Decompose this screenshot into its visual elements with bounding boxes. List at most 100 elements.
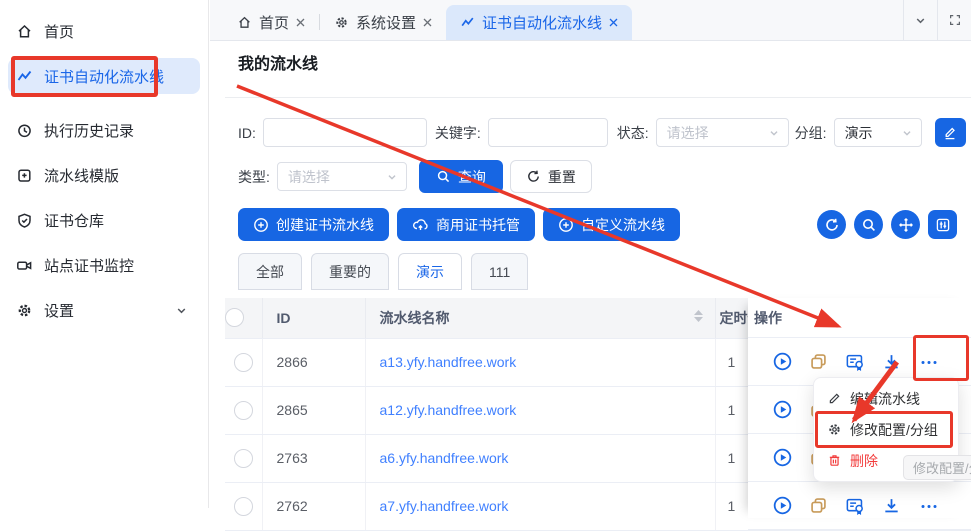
sidebar-item-cert-repo[interactable]: 证书仓库 xyxy=(8,202,200,238)
query-button[interactable]: 查询 xyxy=(419,160,503,193)
history-icon xyxy=(16,122,33,139)
cloud-upload-icon xyxy=(412,217,429,233)
play-icon[interactable] xyxy=(773,448,792,467)
pipeline-name-link[interactable]: a12.yfy.handfree.work xyxy=(366,402,517,418)
row-cron: 1 xyxy=(716,498,736,514)
refresh-table-button[interactable] xyxy=(817,210,846,239)
move-button[interactable] xyxy=(891,210,920,239)
circle-plus-icon xyxy=(558,217,574,233)
sidebar-item-label: 证书仓库 xyxy=(44,210,104,231)
row-id: 2866 xyxy=(263,354,308,370)
more-actions-button[interactable] xyxy=(918,352,940,371)
pipeline-name-link[interactable]: a7.yfy.handfree.work xyxy=(366,498,509,514)
reset-button[interactable]: 重置 xyxy=(510,160,592,193)
pipeline-name-link[interactable]: a13.yfy.handfree.work xyxy=(366,354,517,370)
sidebar-item-settings[interactable]: 设置 xyxy=(8,292,200,328)
fullscreen-button[interactable] xyxy=(937,0,971,40)
select-all-checkbox[interactable] xyxy=(225,308,244,327)
group-select-value: 演示 xyxy=(845,123,873,143)
copy-icon[interactable] xyxy=(809,496,828,515)
copy-icon[interactable] xyxy=(809,352,828,371)
row-checkbox[interactable] xyxy=(234,401,253,420)
menu-item-label: 编辑流水线 xyxy=(850,389,920,409)
column-settings-button[interactable] xyxy=(928,210,957,239)
commercial-cert-button[interactable]: 商用证书托管 xyxy=(397,208,535,241)
sidebar-item-templates[interactable]: 流水线模版 xyxy=(8,157,200,193)
gear-icon xyxy=(827,422,842,437)
download-icon[interactable] xyxy=(882,496,901,515)
sidebar-item-label: 流水线模版 xyxy=(44,165,119,186)
group-select[interactable]: 演示 xyxy=(834,118,922,147)
sort-icon[interactable] xyxy=(694,310,703,322)
divider xyxy=(225,97,971,98)
group-tab-important[interactable]: 重要的 xyxy=(311,253,389,290)
select-placeholder: 请选择 xyxy=(288,167,330,187)
column-header-operations: 操作 xyxy=(748,298,971,338)
search-table-button[interactable] xyxy=(854,210,883,239)
sidebar-item-cert-pipeline[interactable]: 证书自动化流水线 xyxy=(8,58,200,94)
tab-home[interactable]: 首页 xyxy=(223,5,319,40)
operations-row xyxy=(748,482,971,530)
search-icon xyxy=(861,217,877,233)
tabs-dropdown-button[interactable] xyxy=(903,0,937,40)
group-tab-all[interactable]: 全部 xyxy=(238,253,302,290)
certificate-icon[interactable] xyxy=(845,352,865,371)
play-icon[interactable] xyxy=(773,400,792,419)
menu-item-label: 修改配置/分组 xyxy=(850,420,938,440)
edit-group-button[interactable] xyxy=(935,118,966,147)
play-icon[interactable] xyxy=(773,496,792,515)
pipeline-icon xyxy=(460,15,475,30)
column-header-id: ID xyxy=(263,310,291,326)
group-tab-111[interactable]: 111 xyxy=(471,253,528,290)
action-row: 创建证书流水线 商用证书托管 自定义流水线 xyxy=(238,208,971,241)
play-icon[interactable] xyxy=(773,352,792,371)
type-select[interactable]: 请选择 xyxy=(277,162,407,191)
home-icon xyxy=(237,15,252,30)
close-tab-icon[interactable] xyxy=(423,18,432,27)
keyword-input[interactable] xyxy=(488,118,608,147)
tab-label: 系统设置 xyxy=(356,12,416,33)
tooltip: 修改配置/分 xyxy=(903,455,971,480)
template-icon xyxy=(16,167,33,184)
row-checkbox[interactable] xyxy=(234,497,253,516)
table-tools xyxy=(817,210,957,239)
close-tab-icon[interactable] xyxy=(609,18,618,27)
gear-icon xyxy=(16,302,33,319)
sidebar-item-site-monitor[interactable]: 站点证书监控 xyxy=(8,247,200,283)
certificate-icon[interactable] xyxy=(845,496,865,515)
row-cron: 1 xyxy=(716,450,736,466)
sidebar: 首页 证书自动化流水线 执行历史记录 流水线模版 证书仓库 站点证书监控 设 xyxy=(0,0,209,508)
row-id: 2763 xyxy=(263,450,308,466)
pipeline-name-link[interactable]: a6.yfy.handfree.work xyxy=(366,450,509,466)
gear-icon xyxy=(334,15,349,30)
group-label: 分组: xyxy=(795,123,827,143)
row-checkbox[interactable] xyxy=(234,353,253,372)
more-actions-button[interactable] xyxy=(918,496,940,515)
group-tab-demo[interactable]: 演示 xyxy=(398,253,462,290)
chevron-down-icon xyxy=(901,127,913,139)
row-checkbox[interactable] xyxy=(234,449,253,468)
download-icon[interactable] xyxy=(882,352,901,371)
status-select[interactable]: 请选择 xyxy=(656,118,789,147)
id-input[interactable] xyxy=(263,118,427,147)
circle-plus-icon xyxy=(253,217,269,233)
sidebar-item-history[interactable]: 执行历史记录 xyxy=(8,112,200,148)
tooltip-text: 修改配置/分 xyxy=(913,458,971,477)
home-icon xyxy=(16,23,33,40)
menu-item-edit-pipeline[interactable]: 编辑流水线 xyxy=(814,383,958,414)
column-settings-icon xyxy=(935,217,951,233)
edit-pencil-icon xyxy=(942,125,958,141)
sidebar-item-label: 设置 xyxy=(44,300,74,321)
row-cron: 1 xyxy=(716,354,736,370)
tab-cert-pipeline[interactable]: 证书自动化流水线 xyxy=(446,5,632,40)
create-pipeline-button[interactable]: 创建证书流水线 xyxy=(238,208,389,241)
tab-system-settings[interactable]: 系统设置 xyxy=(320,5,446,40)
row-id: 2865 xyxy=(263,402,308,418)
shield-check-icon xyxy=(16,212,33,229)
menu-item-modify-config[interactable]: 修改配置/分组 xyxy=(814,414,958,445)
edit-pencil-icon xyxy=(827,391,842,406)
close-tab-icon[interactable] xyxy=(296,18,305,27)
sidebar-item-home[interactable]: 首页 xyxy=(8,13,200,49)
trash-icon xyxy=(827,453,842,468)
custom-pipeline-button[interactable]: 自定义流水线 xyxy=(543,208,680,241)
